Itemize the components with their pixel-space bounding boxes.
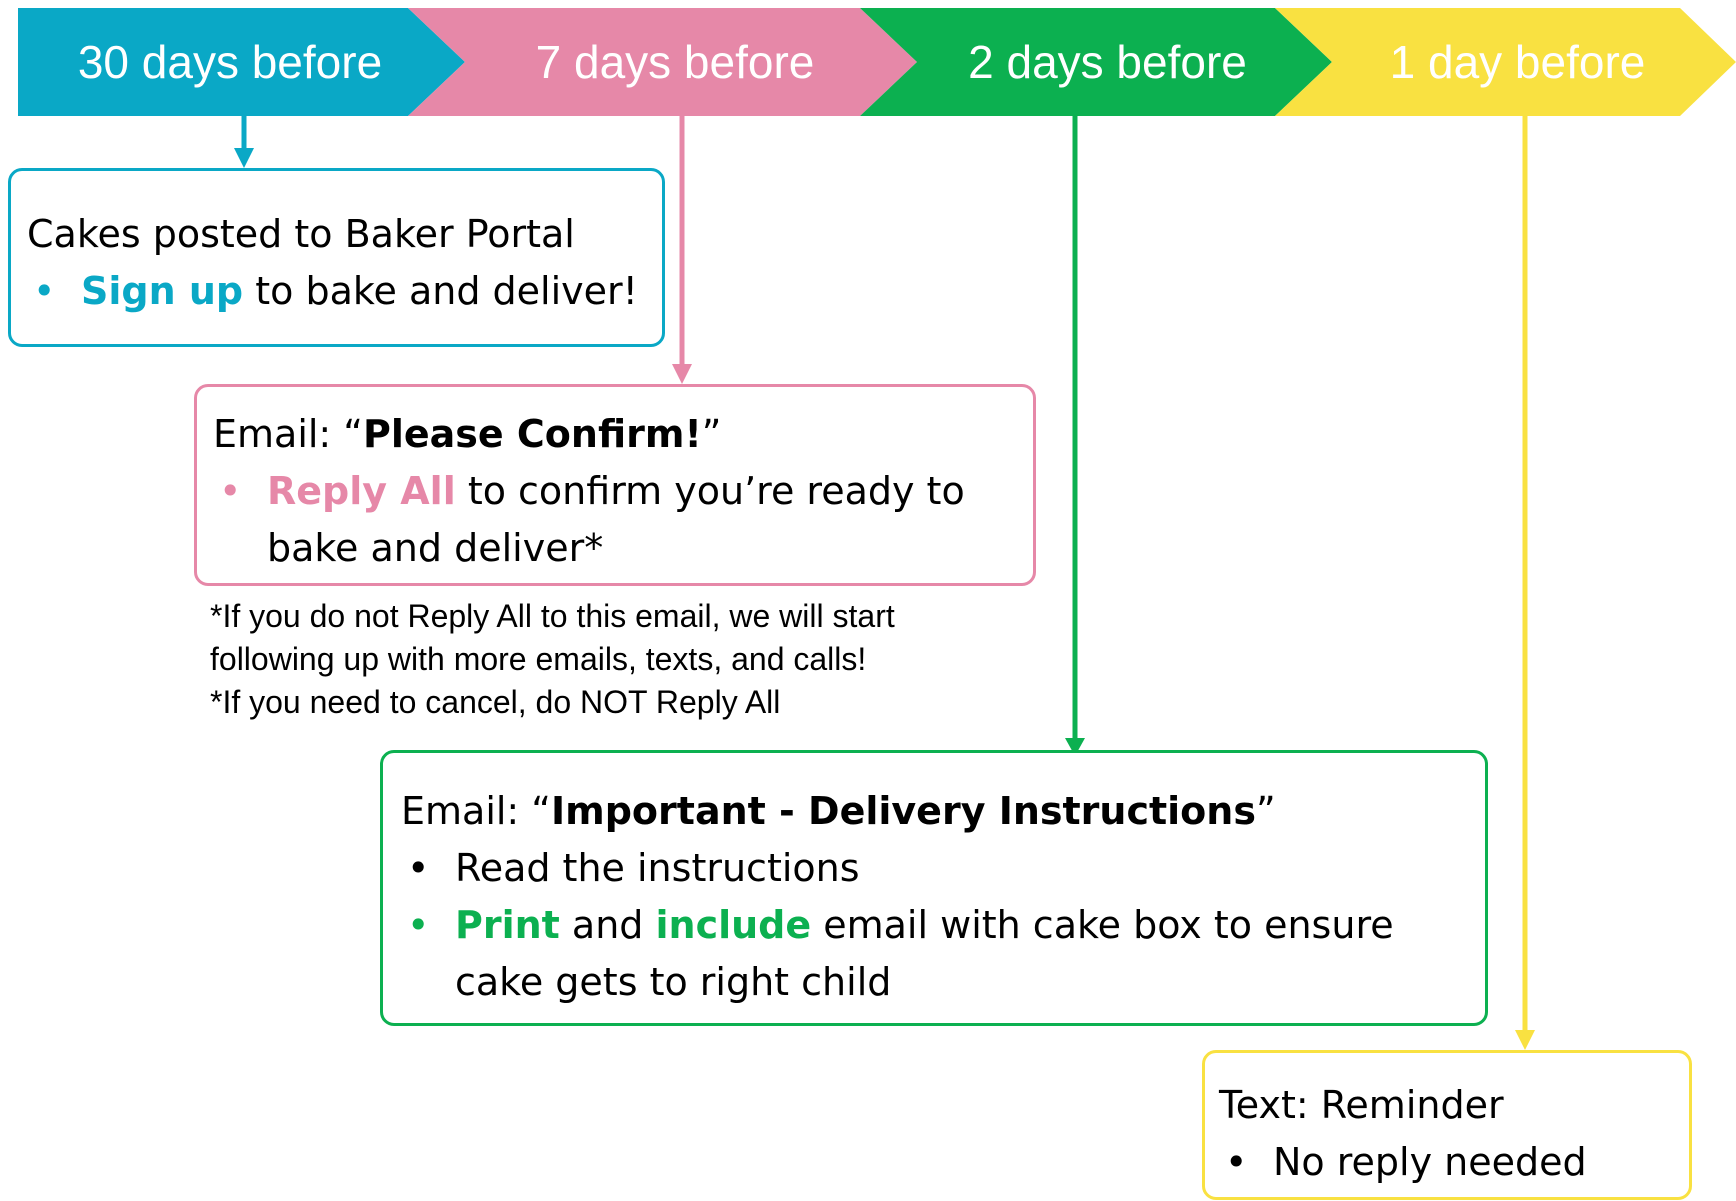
- arrow-7-days-head: [672, 364, 692, 384]
- confirm-footnote: *If you do not Reply All to this email, …: [210, 595, 1030, 724]
- bullet-dot: •: [1225, 1140, 1248, 1184]
- delivery-bullet-1: • Read the instructions: [401, 840, 1485, 897]
- reminder-bullet-text: No reply needed: [1273, 1140, 1587, 1184]
- stage-1-day-label: 1 day before: [1389, 36, 1646, 88]
- stage-2-days-label: 2 days before: [968, 36, 1247, 88]
- portal-heading: Cakes posted to Baker Portal: [27, 212, 575, 256]
- portal-box: Cakes posted to Baker Portal • Sign up t…: [8, 168, 665, 347]
- confirm-box: Email: “Please Confirm!” • Reply All to …: [194, 384, 1036, 586]
- portal-bullet-text: to bake and deliver!: [243, 269, 638, 313]
- include-highlight: include: [655, 903, 812, 947]
- stage-7-days-label: 7 days before: [535, 36, 815, 88]
- arrow-1-day-head: [1515, 1030, 1535, 1050]
- delivery-bullet-1-text: Read the instructions: [455, 846, 860, 890]
- stage-30-days-label: 30 days before: [77, 36, 383, 88]
- footnote-line-3: *If you need to cancel, do NOT Reply All: [210, 684, 781, 720]
- reminder-bullet: • No reply needed: [1219, 1134, 1689, 1191]
- reminder-heading: Text: Reminder: [1219, 1083, 1504, 1127]
- delivery-bullet-2: • Print and include email with cake box …: [401, 897, 1485, 1011]
- footnote-line-2: following up with more emails, texts, an…: [210, 641, 867, 677]
- confirm-heading: Email: “Please Confirm!”: [213, 412, 722, 456]
- footnote-line-1: *If you do not Reply All to this email, …: [210, 598, 895, 634]
- portal-bullet: • Sign up to bake and deliver!: [27, 263, 662, 320]
- bullet-dot: •: [33, 269, 56, 313]
- reminder-box: Text: Reminder • No reply needed: [1202, 1050, 1692, 1200]
- print-highlight: Print: [455, 903, 560, 947]
- reply-all-highlight: Reply All: [267, 469, 456, 513]
- delivery-heading: Email: “Important - Delivery Instruction…: [401, 789, 1276, 833]
- bullet-dot: •: [407, 846, 430, 890]
- delivery-box: Email: “Important - Delivery Instruction…: [380, 750, 1488, 1026]
- sign-up-highlight: Sign up: [81, 269, 244, 313]
- confirm-bullet: • Reply All to confirm you’re ready to b…: [213, 463, 1033, 577]
- bullet-dot: •: [219, 469, 242, 513]
- bullet-dot: •: [407, 903, 430, 947]
- arrow-30-days-head: [234, 148, 254, 168]
